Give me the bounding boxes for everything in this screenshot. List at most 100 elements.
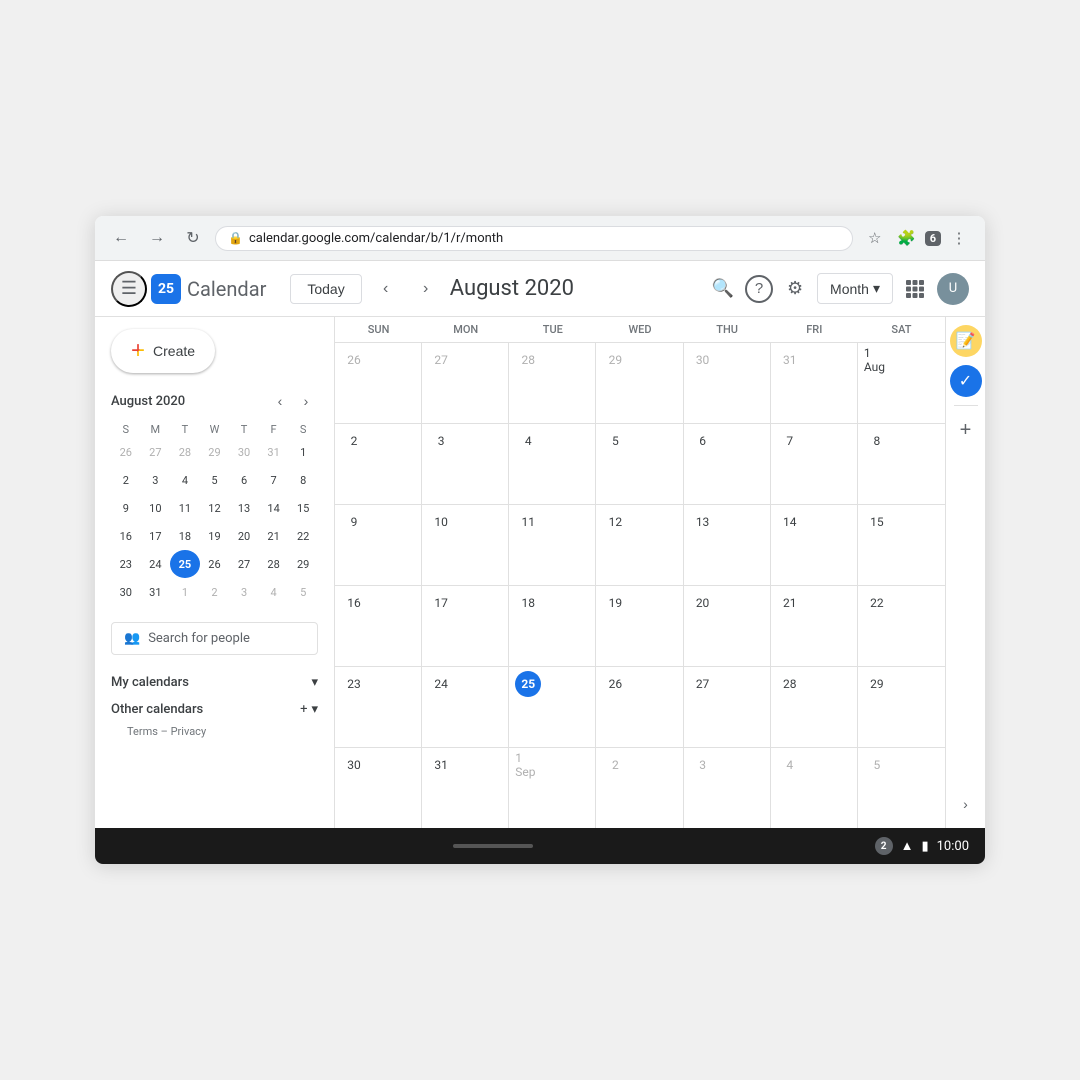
mini-cal-day[interactable]: 29: [200, 438, 230, 466]
calendar-day-cell[interactable]: 26: [596, 667, 683, 747]
calendar-day-cell[interactable]: 2: [596, 748, 683, 828]
other-calendars-header[interactable]: Other calendars + ▾: [111, 698, 318, 721]
mini-cal-day[interactable]: 7: [259, 466, 289, 494]
calendar-day-cell[interactable]: 9: [335, 505, 422, 585]
calendar-day-cell[interactable]: 27: [422, 343, 509, 423]
terms-link[interactable]: Terms: [127, 725, 158, 738]
calendar-day-cell[interactable]: 28: [509, 343, 596, 423]
mini-cal-day[interactable]: 20: [229, 522, 259, 550]
mini-cal-day[interactable]: 3: [229, 578, 259, 606]
my-calendars-header[interactable]: My calendars ▾: [111, 671, 318, 694]
right-expand-button[interactable]: ›: [950, 788, 982, 820]
user-avatar[interactable]: U: [937, 273, 969, 305]
calendar-day-cell[interactable]: 7: [771, 424, 858, 504]
mini-cal-day[interactable]: 10: [141, 494, 171, 522]
calendar-day-cell[interactable]: 8: [858, 424, 945, 504]
mini-cal-day[interactable]: 16: [111, 522, 141, 550]
prev-month-button[interactable]: ‹: [370, 273, 402, 305]
mini-cal-day[interactable]: 4: [259, 578, 289, 606]
more-button[interactable]: ⋮: [945, 224, 973, 252]
mini-cal-day[interactable]: 21: [259, 522, 289, 550]
calendar-day-cell[interactable]: 21: [771, 586, 858, 666]
mini-cal-day[interactable]: 14: [259, 494, 289, 522]
search-button[interactable]: 🔍: [705, 271, 741, 307]
add-other-calendar-icon[interactable]: +: [300, 702, 307, 717]
apps-button[interactable]: [897, 271, 933, 307]
calendar-day-cell[interactable]: 31: [422, 748, 509, 828]
calendar-day-cell[interactable]: 1 Sep: [509, 748, 596, 828]
calendar-day-cell[interactable]: 18: [509, 586, 596, 666]
mini-cal-day[interactable]: 29: [288, 550, 318, 578]
calendar-day-cell[interactable]: 14: [771, 505, 858, 585]
notes-button[interactable]: 📝: [950, 325, 982, 357]
calendar-day-cell[interactable]: 23: [335, 667, 422, 747]
calendar-day-cell[interactable]: 16: [335, 586, 422, 666]
mini-cal-day[interactable]: 2: [111, 466, 141, 494]
calendar-day-cell[interactable]: 17: [422, 586, 509, 666]
calendar-day-cell[interactable]: 6: [684, 424, 771, 504]
mini-cal-day[interactable]: 30: [111, 578, 141, 606]
hamburger-menu[interactable]: ☰: [111, 271, 147, 307]
mini-cal-day[interactable]: 3: [141, 466, 171, 494]
mini-cal-day[interactable]: 19: [200, 522, 230, 550]
bookmark-button[interactable]: ☆: [861, 224, 889, 252]
calendar-day-cell[interactable]: 2: [335, 424, 422, 504]
calendar-day-cell[interactable]: 11: [509, 505, 596, 585]
mini-cal-day[interactable]: 27: [229, 550, 259, 578]
mini-cal-day[interactable]: 2: [200, 578, 230, 606]
mini-prev-button[interactable]: ‹: [268, 389, 292, 413]
back-button[interactable]: ←: [107, 224, 135, 252]
mini-cal-day[interactable]: 28: [259, 550, 289, 578]
forward-button[interactable]: →: [143, 224, 171, 252]
calendar-day-cell[interactable]: 15: [858, 505, 945, 585]
mini-cal-day[interactable]: 18: [170, 522, 200, 550]
calendar-day-cell[interactable]: 28: [771, 667, 858, 747]
mini-cal-day[interactable]: 26: [111, 438, 141, 466]
calendar-day-cell[interactable]: 24: [422, 667, 509, 747]
calendar-day-cell[interactable]: 5: [858, 748, 945, 828]
mini-cal-day[interactable]: 6: [229, 466, 259, 494]
calendar-day-cell[interactable]: 5: [596, 424, 683, 504]
calendar-day-cell[interactable]: 12: [596, 505, 683, 585]
mini-cal-day[interactable]: 22: [288, 522, 318, 550]
add-right-button[interactable]: +: [950, 414, 982, 446]
tasks-button[interactable]: ✓: [950, 365, 982, 397]
calendar-day-cell[interactable]: 30: [684, 343, 771, 423]
mini-cal-day[interactable]: 8: [288, 466, 318, 494]
mini-next-button[interactable]: ›: [294, 389, 318, 413]
mini-cal-day[interactable]: 13: [229, 494, 259, 522]
reload-button[interactable]: ↻: [179, 224, 207, 252]
extensions-button[interactable]: 🧩: [893, 224, 921, 252]
calendar-day-cell[interactable]: 4: [509, 424, 596, 504]
calendar-day-cell[interactable]: 31: [771, 343, 858, 423]
calendar-day-cell[interactable]: 25: [509, 667, 596, 747]
mini-cal-day[interactable]: 24: [141, 550, 171, 578]
help-button[interactable]: ?: [745, 275, 773, 303]
mini-cal-day[interactable]: 28: [170, 438, 200, 466]
mini-cal-day[interactable]: 11: [170, 494, 200, 522]
calendar-day-cell[interactable]: 1 Aug: [858, 343, 945, 423]
settings-button[interactable]: ⚙: [777, 271, 813, 307]
calendar-day-cell[interactable]: 3: [422, 424, 509, 504]
calendar-day-cell[interactable]: 20: [684, 586, 771, 666]
create-button[interactable]: + Create: [111, 329, 215, 373]
search-people[interactable]: 👥 Search for people: [111, 622, 318, 655]
mini-cal-day[interactable]: 4: [170, 466, 200, 494]
calendar-day-cell[interactable]: 19: [596, 586, 683, 666]
mini-cal-day[interactable]: 1: [288, 438, 318, 466]
calendar-day-cell[interactable]: 26: [335, 343, 422, 423]
mini-cal-day[interactable]: 30: [229, 438, 259, 466]
home-indicator[interactable]: [453, 844, 533, 848]
calendar-day-cell[interactable]: 10: [422, 505, 509, 585]
mini-cal-day[interactable]: 23: [111, 550, 141, 578]
mini-cal-day[interactable]: 26: [200, 550, 230, 578]
next-month-button[interactable]: ›: [410, 273, 442, 305]
mini-cal-day[interactable]: 5: [200, 466, 230, 494]
privacy-link[interactable]: Privacy: [171, 725, 207, 738]
calendar-day-cell[interactable]: 22: [858, 586, 945, 666]
mini-cal-day[interactable]: 17: [141, 522, 171, 550]
mini-cal-day[interactable]: 12: [200, 494, 230, 522]
view-selector[interactable]: Month ▾: [817, 273, 893, 304]
mini-cal-day[interactable]: 15: [288, 494, 318, 522]
calendar-day-cell[interactable]: 29: [858, 667, 945, 747]
